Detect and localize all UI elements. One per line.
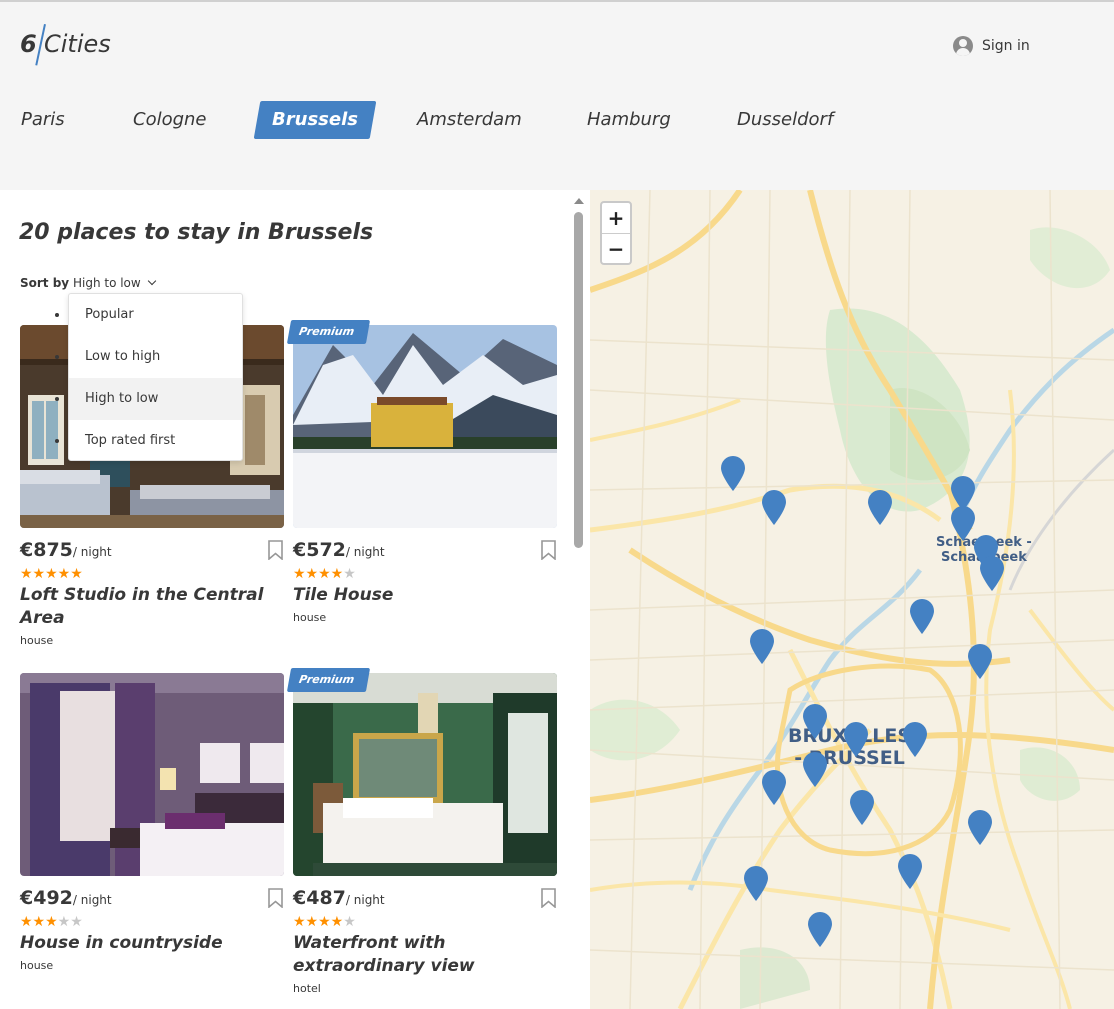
map-pin-icon[interactable] [802,752,828,788]
sort-dropdown: Popular Low to high High to low Top rate… [68,293,243,461]
sign-in-label: Sign in [982,38,1030,54]
scrollbar[interactable] [570,190,590,1009]
map-pin-icon[interactable] [849,790,875,826]
place-name[interactable]: Tile House [293,584,557,607]
user-icon [953,36,973,56]
zoom-out-button[interactable]: − [602,234,630,264]
place-image[interactable] [293,325,557,528]
map-pin-icon[interactable] [909,599,935,635]
sort-option-low-to-high[interactable]: Low to high [69,336,242,378]
map-pin-icon[interactable] [720,456,746,492]
zoom-control: + − [600,201,632,265]
map-pin-icon[interactable] [902,722,928,758]
premium-badge: Premium [286,668,371,692]
places-panel: 20 places to stay in Brussels Sort by Hi… [0,190,590,1009]
bookmark-icon[interactable] [540,888,557,908]
bookmark-icon[interactable] [267,888,284,908]
map-pin-icon[interactable] [761,490,787,526]
map-pin-icon[interactable] [749,629,775,665]
place-image[interactable] [20,673,284,876]
sort-option-high-to-low[interactable]: High to low [69,378,242,420]
place-name[interactable]: House in countryside [20,932,284,955]
tab-amsterdam[interactable]: Amsterdam [417,100,522,140]
map-pin-icon[interactable] [897,854,923,890]
sort-control[interactable]: Sort by High to low [20,276,156,290]
map-pin-icon[interactable] [967,810,993,846]
tab-hamburg[interactable]: Hamburg [587,100,671,140]
map-pin-icon[interactable] [867,490,893,526]
premium-badge: Premium [286,320,371,344]
rating-stars: ★★★★★ [20,914,83,930]
map-tiles[interactable] [590,190,1114,1009]
place-type: house [20,959,54,972]
scroll-thumb[interactable] [574,212,583,548]
place-name[interactable]: Waterfront with extraordinary view [293,932,557,978]
price: €875/ night [20,539,112,561]
tab-dusseldorf[interactable]: Dusseldorf [737,100,833,140]
map-pin-icon[interactable] [807,912,833,948]
chevron-down-icon [147,276,156,286]
place-type: house [20,634,54,647]
logo[interactable]: 6 Cities [20,24,111,68]
rating-stars: ★★★★★ [293,914,356,930]
logo-word: Cities [44,30,111,58]
rating-stars: ★★★★★ [20,566,83,582]
sort-option-popular[interactable]: Popular [69,294,242,336]
place-name[interactable]: Loft Studio in the Central Area [20,584,284,630]
sort-label: Sort by [20,276,70,290]
header: 6 Cities Sign in Paris Cologne Brussels … [0,2,1114,190]
sort-value[interactable]: High to low [73,276,141,290]
zoom-in-button[interactable]: + [602,203,630,233]
sort-option-top-rated[interactable]: Top rated first [69,420,242,462]
bookmark-icon[interactable] [540,540,557,560]
map-pin-icon[interactable] [843,722,869,758]
places-title: 20 places to stay in Brussels [19,220,374,245]
bookmark-icon[interactable] [267,540,284,560]
map-pin-icon[interactable] [802,704,828,740]
price: €487/ night [293,887,385,909]
rating-stars: ★★★★★ [293,566,356,582]
scroll-up-arrow-icon[interactable] [574,198,584,204]
map-pin-icon[interactable] [743,866,769,902]
place-type: house [293,611,327,624]
map-pin-icon[interactable] [761,770,787,806]
tab-paris[interactable]: Paris [21,100,65,140]
place-type: hotel [293,982,321,995]
city-map[interactable]: + − BRUXELLES - BRUSSEL Schaerbeek - Sch… [590,190,1114,1009]
logo-number: 6 [20,30,37,58]
price: €492/ night [20,887,112,909]
tab-brussels[interactable]: Brussels [257,100,373,140]
map-pin-icon[interactable] [967,644,993,680]
city-tabs: Paris Cologne Brussels Amsterdam Hamburg… [0,100,1114,140]
map-pin-icon[interactable] [979,556,1005,592]
place-image[interactable] [293,673,557,876]
sign-in-link[interactable]: Sign in [953,35,1030,57]
price: €572/ night [293,539,385,561]
tab-cologne[interactable]: Cologne [133,100,207,140]
